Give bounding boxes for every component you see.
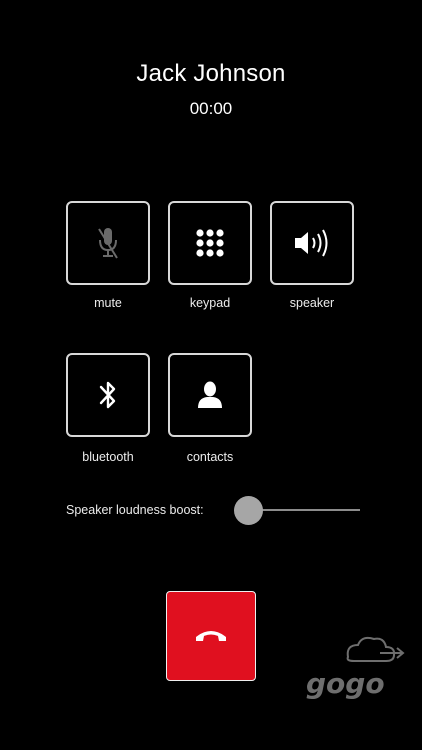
- contacts-button[interactable]: [168, 353, 252, 437]
- bluetooth-icon: [99, 381, 116, 409]
- keypad-button[interactable]: [168, 201, 252, 285]
- end-call-phone-icon: [196, 631, 226, 641]
- gogo-logo-text: gogo: [306, 667, 385, 700]
- contacts-label: contacts: [186, 450, 234, 464]
- bluetooth-button[interactable]: [66, 353, 150, 437]
- bluetooth-label: bluetooth: [82, 450, 134, 464]
- mute-label: mute: [94, 296, 122, 310]
- keypad-label: keypad: [189, 296, 231, 310]
- call-timer: 00:00: [189, 99, 233, 118]
- speaker-volume-icon: [295, 229, 328, 257]
- keypad-grid-icon: [196, 229, 224, 257]
- muted-microphone-icon: [98, 228, 118, 259]
- speaker-button[interactable]: [270, 201, 354, 285]
- cloud-arrow-icon: gogo: [306, 636, 405, 700]
- end-call-button[interactable]: [166, 591, 256, 681]
- caller-name: Jack Johnson: [136, 60, 286, 87]
- speaker-label: speaker: [289, 296, 335, 310]
- contact-person-icon: [198, 381, 222, 408]
- mute-button[interactable]: [66, 201, 150, 285]
- speaker-boost-label: Speaker loudness boost:: [66, 503, 204, 517]
- speaker-boost-slider-thumb[interactable]: [234, 496, 263, 525]
- gogo-logo: gogo: [300, 633, 410, 703]
